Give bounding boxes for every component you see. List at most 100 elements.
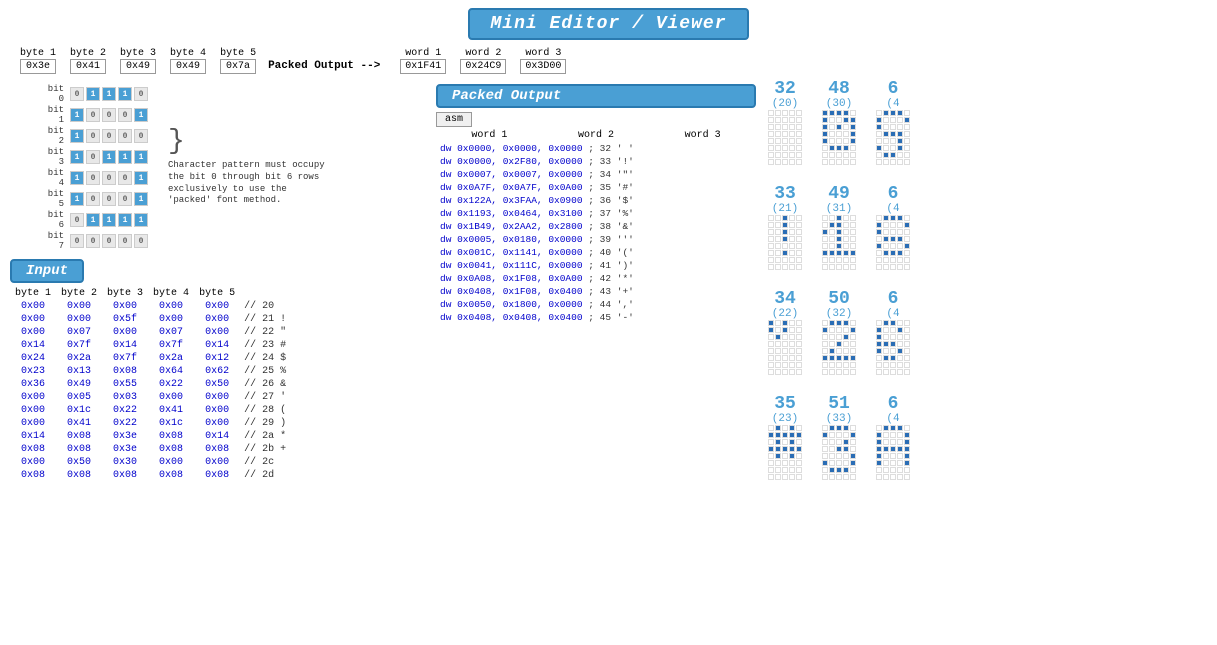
pixel-9-4-1: [775, 453, 781, 459]
pixel-5-3-1: [883, 236, 889, 242]
bit-cell-6-0: 0: [70, 213, 84, 227]
pixel-6-3-1: [775, 341, 781, 347]
bit-cell-4-3: 0: [118, 171, 132, 185]
pixel-7-5-3: [843, 355, 849, 361]
char-number-11: 6: [888, 395, 899, 413]
pixel-0-6-4: [796, 152, 802, 158]
pixel-8-5-3: [897, 355, 903, 361]
pixel-11-2-3: [897, 439, 903, 445]
pixel-7-4-1: [829, 348, 835, 354]
table-row: dw 0x0000, 0x0000, 0x0000 ; 32 ' ': [436, 142, 756, 155]
pixel-6-6-4: [796, 362, 802, 368]
pixel-5-5-0: [876, 250, 882, 256]
pixel-8-2-3: [897, 334, 903, 340]
pixel-9-5-1: [775, 460, 781, 466]
input-cell-2-4: 0x00: [194, 326, 240, 339]
pixel-4-5-3: [843, 250, 849, 256]
packed-output-title-box: Packed Output: [436, 84, 756, 108]
pixel-10-2-0: [822, 439, 828, 445]
pixel-4-0-4: [850, 215, 856, 221]
pixel-7-1-4: [850, 327, 856, 333]
pixel-6-4-1: [775, 348, 781, 354]
input-cell-1-2: 0x5f: [102, 313, 148, 326]
pixel-3-3-4: [796, 236, 802, 242]
pixel-1-6-0: [822, 152, 828, 158]
pixel-7-0-3: [843, 320, 849, 326]
pixel-0-6-0: [768, 152, 774, 158]
pixel-11-5-1: [883, 460, 889, 466]
pixel-6-7-1: [775, 369, 781, 375]
char-sub-0: (20): [772, 98, 798, 110]
pixel-3-0-0: [768, 215, 774, 221]
pixel-4-3-1: [829, 236, 835, 242]
char-sub-9: (23): [772, 413, 798, 425]
bit-cell-7-2: 0: [102, 234, 116, 248]
input-cell-10-4: 0x14: [194, 430, 240, 443]
pixel-4-6-1: [829, 257, 835, 263]
input-cell-12-5: // 2c: [240, 456, 291, 469]
pixel-4-2-0: [822, 229, 828, 235]
input-cell-10-5: // 2a *: [240, 430, 291, 443]
input-cell-11-2: 0x3e: [102, 443, 148, 456]
pixel-9-7-3: [789, 474, 795, 480]
bit-cell-0-2: 1: [102, 87, 116, 101]
pixel-6-5-2: [782, 355, 788, 361]
bit-cell-6-1: 1: [86, 213, 100, 227]
pixel-10-3-2: [836, 446, 842, 452]
pixel-3-4-1: [775, 243, 781, 249]
bit-cell-4-2: 0: [102, 171, 116, 185]
input-cell-11-1: 0x08: [56, 443, 102, 456]
input-cell-6-0: 0x36: [10, 378, 56, 391]
table-row: 0x000x000x000x000x00// 20: [10, 300, 291, 313]
pixel-11-3-1: [883, 446, 889, 452]
pixel-11-7-4: [904, 474, 910, 480]
input-cell-8-5: // 28 (: [240, 404, 291, 417]
pixel-8-0-4: [904, 320, 910, 326]
pixel-5-0-4: [904, 215, 910, 221]
pixel-2-7-2: [890, 159, 896, 165]
pixel-8-0-0: [876, 320, 882, 326]
char-preview-10: 51(33): [822, 395, 856, 480]
pixel-11-5-0: [876, 460, 882, 466]
pixel-0-7-2: [782, 159, 788, 165]
pixel-9-0-1: [775, 425, 781, 431]
char-preview-5: 6(4: [876, 185, 910, 270]
pixel-0-2-1: [775, 124, 781, 130]
input-cell-6-2: 0x55: [102, 378, 148, 391]
pixel-8-7-2: [890, 369, 896, 375]
pixel-6-1-4: [796, 327, 802, 333]
pixel-3-3-2: [782, 236, 788, 242]
pixel-8-3-3: [897, 341, 903, 347]
input-cell-4-4: 0x12: [194, 352, 240, 365]
pixel-2-1-4: [904, 117, 910, 123]
pixel-10-1-2: [836, 432, 842, 438]
byte1-value: 0x3e: [20, 59, 56, 74]
input-cell-5-4: 0x62: [194, 365, 240, 378]
input-table-wrap[interactable]: byte 1byte 2byte 3byte 4byte 5 0x000x000…: [10, 287, 430, 482]
pixel-5-4-0: [876, 243, 882, 249]
input-cell-6-3: 0x22: [148, 378, 194, 391]
table-row: dw 0x0A08, 0x1F08, 0x0A00 ; 42 '*': [436, 272, 756, 285]
pixel-9-5-3: [789, 460, 795, 466]
pixel-11-0-4: [904, 425, 910, 431]
pixel-1-7-4: [850, 159, 856, 165]
pixel-8-6-1: [883, 362, 889, 368]
pixel-11-2-1: [883, 439, 889, 445]
bit-cell-1-3: 0: [118, 108, 132, 122]
pixel-8-6-3: [897, 362, 903, 368]
pixel-9-2-0: [768, 439, 774, 445]
packed-row-4: dw 0x122A, 0x3FAA, 0x0900 ; 36 '$': [436, 194, 756, 207]
input-cell-2-0: 0x00: [10, 326, 56, 339]
input-cell-8-4: 0x00: [194, 404, 240, 417]
pixel-7-2-0: [822, 334, 828, 340]
bit-row-label-1: bit 1: [40, 105, 68, 125]
char-grid-7: [822, 320, 856, 375]
pixel-9-6-2: [782, 467, 788, 473]
pixel-7-6-2: [836, 362, 842, 368]
input-header-1: byte 2: [56, 287, 102, 300]
table-row: 0x000x410x220x1c0x00// 29 ): [10, 417, 291, 430]
char-preview-11: 6(4: [876, 395, 910, 480]
asm-tab[interactable]: asm: [436, 112, 472, 127]
pixel-2-7-1: [883, 159, 889, 165]
pixel-10-6-2: [836, 467, 842, 473]
